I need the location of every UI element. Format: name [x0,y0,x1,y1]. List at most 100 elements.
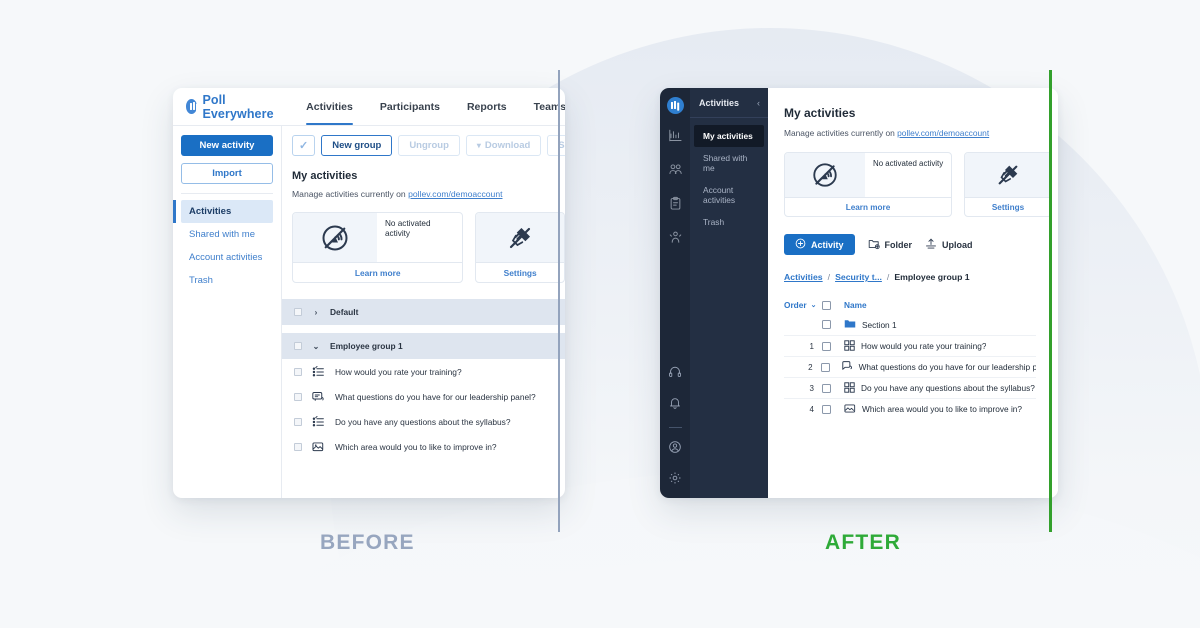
select-all-cell[interactable] [822,300,844,310]
download-button-label: Download [484,140,531,151]
breadcrumb: Activities / Security t... / Employee gr… [784,272,1058,282]
row-checkbox-cell[interactable] [822,320,844,329]
before-body: New activity Import Activities Shared wi… [173,126,565,498]
share-button[interactable]: Sha [547,135,565,156]
list-item[interactable]: What questions do you have for our leade… [282,384,565,409]
row-checkbox[interactable] [820,362,830,372]
breadcrumb-item-security-t[interactable]: Security t... [835,272,882,282]
row-checkbox[interactable] [822,383,831,393]
sidebar-item-activities[interactable]: Activities [173,200,273,223]
new-activity-button[interactable]: New activity [181,135,273,156]
upload-button[interactable]: Upload [925,238,973,252]
row-checkbox[interactable] [822,341,831,351]
before-account-link[interactable]: pollev.com/demoaccount [408,189,502,199]
row-checkbox[interactable] [294,417,302,426]
after-nav-title: Activities [699,97,740,108]
after-nav-item-my-activities[interactable]: My activities [694,125,764,147]
pin-icon [476,213,564,262]
activities-icon[interactable] [668,196,683,216]
bell-icon[interactable] [668,396,682,415]
sidebar-item-shared-with-me[interactable]: Shared with me [181,223,273,246]
create-activity-button[interactable]: Activity [784,234,855,255]
participants-icon[interactable] [668,162,683,182]
reports-icon[interactable] [668,128,683,148]
settings-link[interactable]: Settings [965,197,1051,216]
row-name: What questions do you have for our leade… [858,362,1036,372]
headset-icon[interactable] [668,365,682,384]
pin-icon [965,153,1051,197]
sidebar-divider [181,193,273,194]
new-folder-icon [868,238,880,252]
list-item[interactable]: Do you have any questions about the syll… [282,409,565,434]
create-folder-button[interactable]: Folder [868,238,912,252]
row-checkbox[interactable] [294,442,302,451]
row-name-cell: Section 1 [844,318,897,331]
row-checkbox[interactable] [294,308,302,316]
row-checkbox[interactable] [294,367,302,376]
row-checkbox[interactable] [294,342,302,350]
before-nav-reports[interactable]: Reports [467,88,507,125]
row-checkbox[interactable] [294,392,302,401]
table-header-row: Order ⌄ Name [784,296,1036,314]
chevron-right-icon[interactable]: › [312,308,320,317]
learn-more-link[interactable]: Learn more [785,197,951,216]
learn-more-link[interactable]: Learn more [293,262,463,282]
account-icon[interactable] [668,440,682,459]
no-activity-icon [785,153,865,197]
ungroup-button[interactable]: Ungroup [398,135,460,156]
select-all-checkbox-button[interactable]: ✓ [292,135,316,156]
row-checkbox-cell[interactable] [820,362,842,372]
row-checkbox[interactable] [822,320,831,329]
table-row[interactable]: 3 Do you have any questions about the sy… [784,377,1036,398]
download-button[interactable]: ▾ Download [465,135,542,156]
teams-icon[interactable] [668,230,683,250]
table-row[interactable]: 2 What questions do you have for our lea… [784,356,1036,377]
after-nav-item-trash[interactable]: Trash [694,211,764,233]
table-row[interactable]: 1 How would you rate your training? [784,335,1036,356]
poll-everywhere-logo-icon [186,99,198,114]
chevron-down-icon[interactable]: ⌄ [312,342,320,351]
list-item[interactable]: How would you rate your training? [282,359,565,384]
after-accent-rule [1049,70,1052,532]
logo-icon[interactable] [666,97,684,114]
column-header-name[interactable]: Name [844,300,867,310]
row-order: 3 [809,383,814,393]
before-activity-list: › Default ⌄ Employee group 1 How would y… [282,299,565,459]
after-nav-item-account-activities[interactable]: Account activities [694,179,764,211]
row-name: How would you rate your training? [861,341,987,351]
new-group-button[interactable]: New group [321,135,393,156]
before-nav-participants[interactable]: Participants [380,88,440,125]
select-all-checkbox[interactable] [822,300,831,310]
list-item[interactable]: Which area would you to like to improve … [282,434,565,459]
row-order: 1 [809,341,814,351]
chevron-down-icon: ⌄ [810,302,817,309]
sidebar-item-trash[interactable]: Trash [181,269,273,292]
after-account-link[interactable]: pollev.com/demoaccount [897,128,989,138]
row-name: Which area would you to like to improve … [862,404,1023,414]
group-row-employee-group-1[interactable]: ⌄ Employee group 1 [282,333,565,359]
poll-everywhere-logo[interactable]: Poll Everywhere [186,93,277,121]
row-checkbox-cell[interactable] [822,404,844,414]
multiple-choice-icon [312,365,325,378]
sidebar-item-account-activities[interactable]: Account activities [181,246,273,269]
before-top-navbar: Poll Everywhere Activities Participants … [173,88,565,126]
chevron-left-icon[interactable]: ‹ [757,98,760,108]
table-row[interactable]: 4 Which area would you to like to improv… [784,398,1036,419]
settings-link[interactable]: Settings [476,262,564,282]
table-row[interactable]: Section 1 [784,314,1036,335]
row-checkbox-cell[interactable] [822,341,844,351]
column-header-order[interactable]: Order ⌄ [784,300,822,310]
create-activity-label: Activity [811,239,844,250]
row-checkbox[interactable] [822,404,831,414]
group-label: Employee group 1 [330,341,403,351]
after-nav-item-shared-with-me[interactable]: Shared with me [694,147,764,179]
list-item-title: Do you have any questions about the syll… [335,416,511,427]
image-icon [312,441,325,453]
gear-icon[interactable] [668,471,682,490]
before-nav-teams[interactable]: Teams [534,88,565,125]
before-nav-activities[interactable]: Activities [306,88,353,125]
import-button[interactable]: Import [181,163,273,184]
breadcrumb-item-activities[interactable]: Activities [784,272,823,282]
group-row-default[interactable]: › Default [282,299,565,325]
row-checkbox-cell[interactable] [822,383,844,393]
